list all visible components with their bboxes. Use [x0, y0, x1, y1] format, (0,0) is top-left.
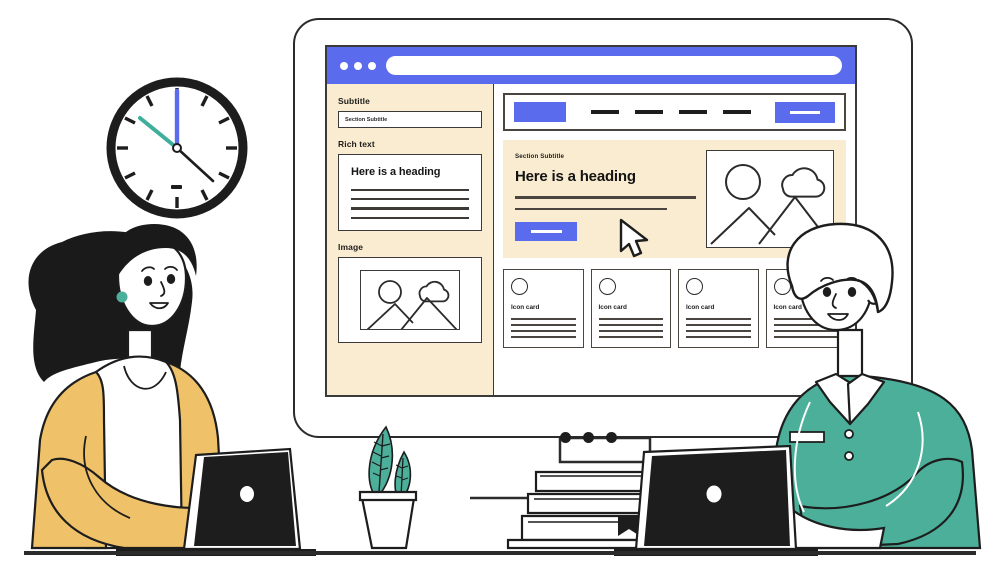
illustration-scene: Subtitle Section Subtitle Rich text Here… [0, 0, 1000, 575]
laptop-right [614, 444, 818, 556]
desk-surface [24, 551, 976, 555]
laptop-logo-icon [706, 485, 722, 503]
